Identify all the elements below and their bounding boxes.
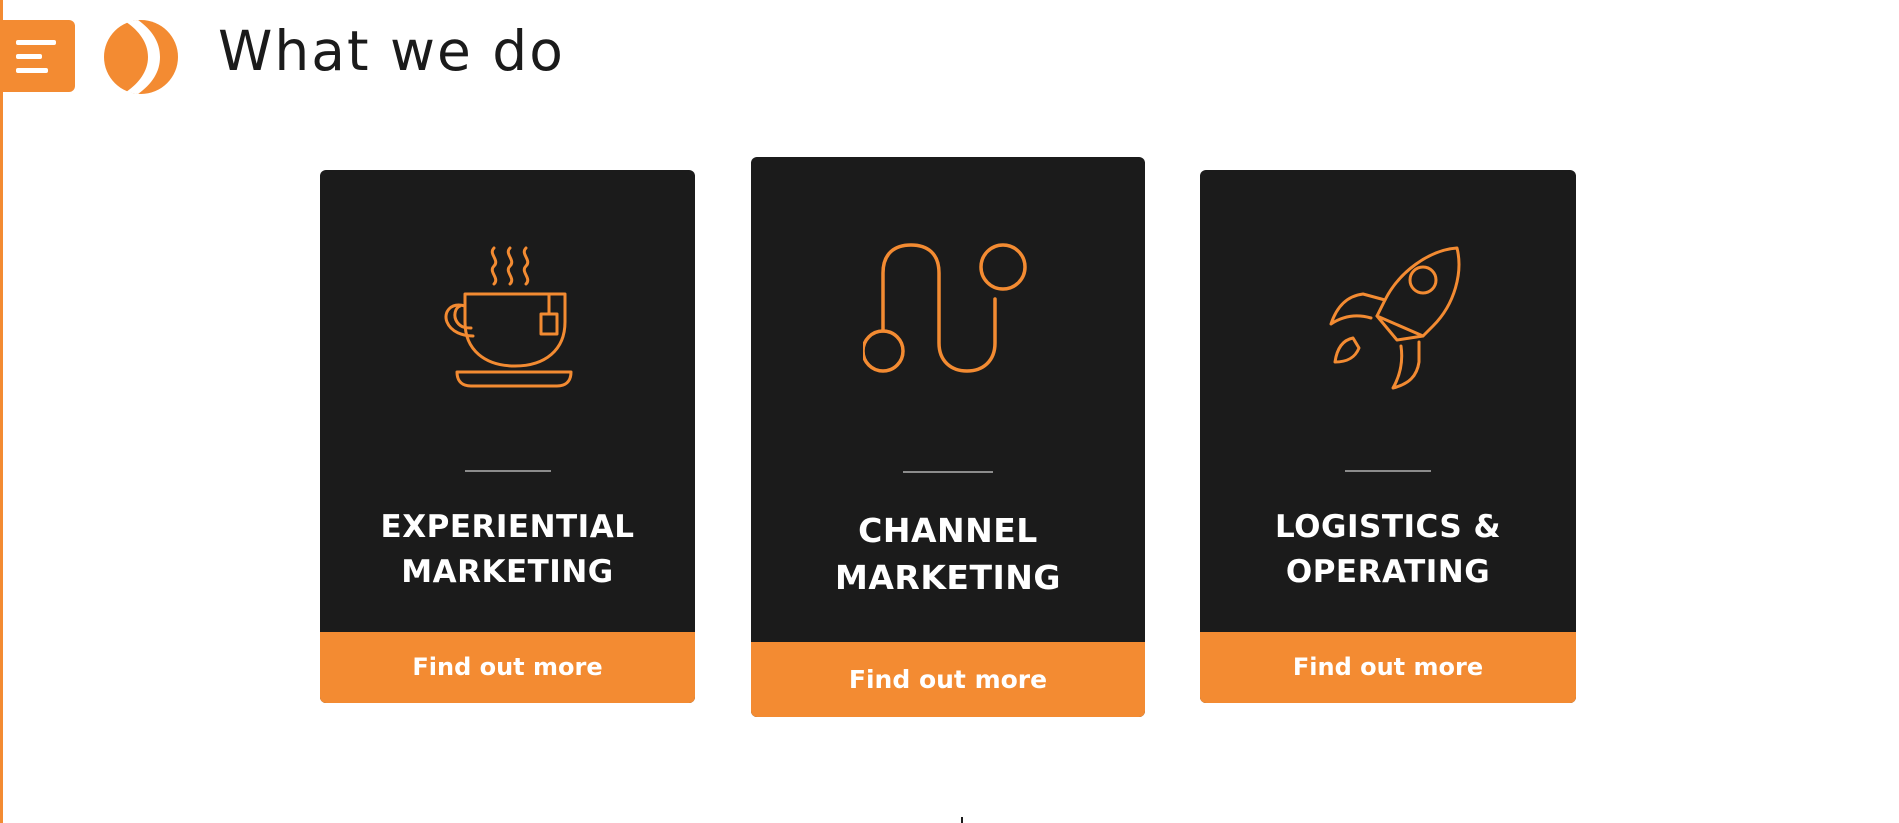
card-divider bbox=[464, 470, 551, 472]
card-title-line: LOGISTICS & bbox=[1275, 509, 1501, 545]
menu-button[interactable] bbox=[0, 20, 75, 92]
card-title-line: MARKETING bbox=[835, 558, 1061, 597]
chevron-logo-icon[interactable] bbox=[104, 20, 178, 94]
route-path-icon bbox=[863, 243, 1027, 373]
card-title: EXPERIENTIAL MARKETING bbox=[320, 505, 695, 595]
card-divider bbox=[903, 471, 993, 473]
hamburger-menu-icon bbox=[16, 40, 56, 73]
page: What we do EXPERIENTIAL MARKETING Find o… bbox=[0, 0, 1899, 823]
card-title: LOGISTICS & OPERATING bbox=[1200, 505, 1576, 595]
find-out-more-button[interactable]: Find out more bbox=[320, 632, 695, 703]
card-divider bbox=[1345, 470, 1431, 472]
scroll-indicator bbox=[961, 817, 963, 823]
card-title-line: CHANNEL bbox=[858, 511, 1038, 550]
service-card-channel-marketing: CHANNEL MARKETING Find out more bbox=[751, 157, 1145, 717]
card-title-line: EXPERIENTIAL bbox=[380, 509, 635, 545]
card-title: CHANNEL MARKETING bbox=[751, 507, 1145, 601]
service-card-logistics-operating: LOGISTICS & OPERATING Find out more bbox=[1200, 170, 1576, 703]
card-title-line: OPERATING bbox=[1285, 554, 1491, 590]
teacup-icon bbox=[444, 246, 572, 388]
find-out-more-button[interactable]: Find out more bbox=[751, 642, 1145, 717]
page-title: What we do bbox=[218, 19, 565, 83]
service-card-experiential-marketing: EXPERIENTIAL MARKETING Find out more bbox=[320, 170, 695, 703]
find-out-more-button[interactable]: Find out more bbox=[1200, 632, 1576, 703]
rocket-icon bbox=[1329, 246, 1461, 390]
left-accent-rule bbox=[0, 0, 3, 823]
card-title-line: MARKETING bbox=[401, 554, 614, 590]
